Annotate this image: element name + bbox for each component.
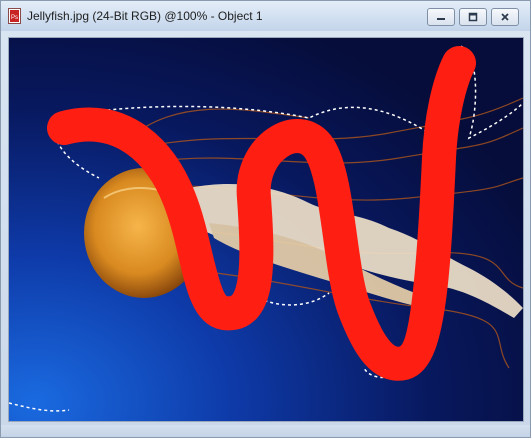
window-bottom-border <box>1 425 530 437</box>
title-bar[interactable]: Ps Jellyfish.jpg (24-Bit RGB) @100% - Ob… <box>1 1 530 31</box>
jellyfish-image <box>9 38 523 421</box>
minimize-icon <box>437 18 445 20</box>
svg-text:Ps: Ps <box>11 15 18 21</box>
minimize-button[interactable] <box>427 8 455 26</box>
close-icon <box>501 13 509 21</box>
window-title: Jellyfish.jpg (24-Bit RGB) @100% - Objec… <box>27 9 263 23</box>
image-canvas[interactable] <box>8 37 524 422</box>
image-document-window: Ps Jellyfish.jpg (24-Bit RGB) @100% - Ob… <box>0 0 531 438</box>
close-button[interactable] <box>491 8 519 26</box>
maximize-button[interactable] <box>459 8 487 26</box>
image-document-icon: Ps <box>8 8 21 24</box>
maximize-icon <box>468 12 478 22</box>
